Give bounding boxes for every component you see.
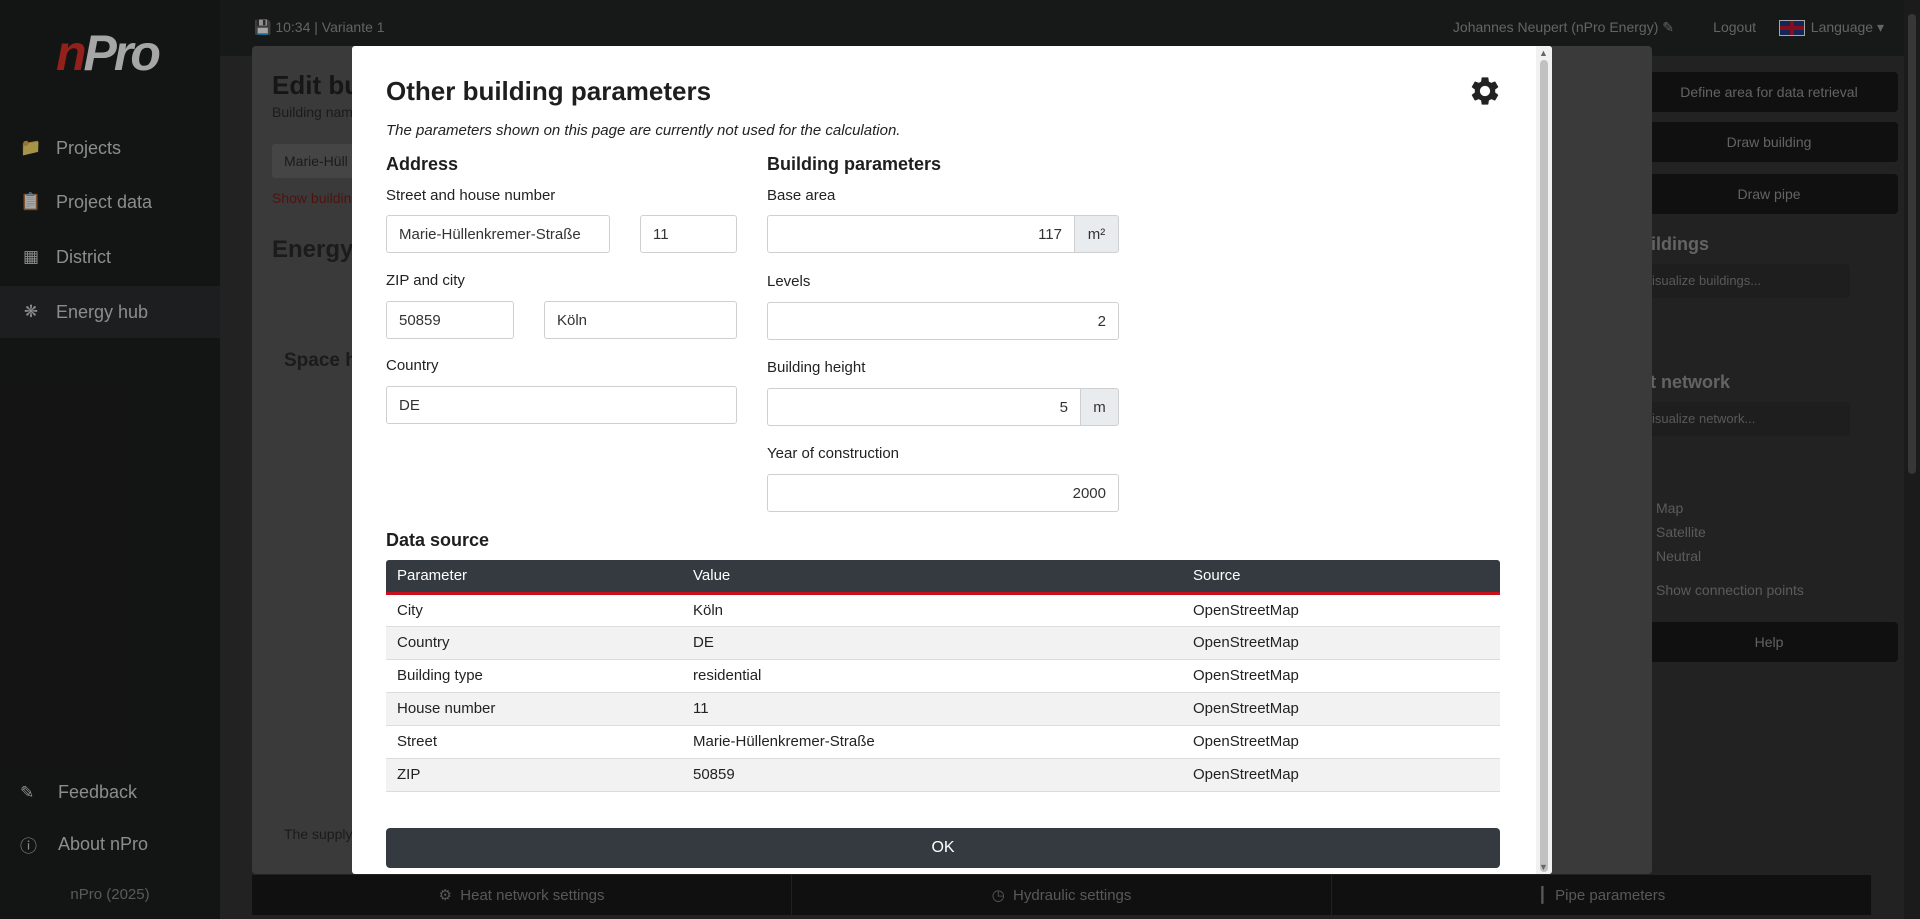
zip-input[interactable]: 50859 [386, 301, 514, 339]
column-header-source: Source [1182, 560, 1500, 595]
modal-scrollbar-thumb[interactable] [1540, 60, 1548, 872]
address-heading: Address [386, 154, 459, 174]
modal-note: The parameters shown on this page are cu… [386, 122, 901, 139]
cell-source: OpenStreetMap [1182, 692, 1500, 726]
table-row: City Köln OpenStreetMap [386, 593, 1500, 627]
column-header-parameter: Parameter [386, 560, 682, 595]
cell-parameter: House number [386, 692, 682, 726]
table-row: Building type residential OpenStreetMap [386, 659, 1500, 693]
country-input[interactable]: DE [386, 386, 737, 424]
cell-parameter: ZIP [386, 758, 682, 792]
scroll-down-icon[interactable]: ▼ [1539, 862, 1548, 872]
cell-parameter: Building type [386, 659, 682, 693]
building-height-label: Building height [767, 359, 866, 376]
building-height-unit: m [1080, 388, 1119, 426]
scroll-up-icon[interactable]: ▲ [1539, 48, 1548, 58]
modal-scrollbar[interactable]: ▲ ▼ [1536, 46, 1552, 874]
base-area-unit: m² [1074, 215, 1119, 253]
cell-value: 50859 [682, 758, 1182, 792]
cell-source: OpenStreetMap [1182, 758, 1500, 792]
table-row: Street Marie-Hüllenkremer-Straße OpenStr… [386, 725, 1500, 759]
cell-parameter: Street [386, 725, 682, 759]
cell-source: OpenStreetMap [1182, 626, 1500, 660]
building-height-input[interactable]: 5 [767, 388, 1081, 426]
year-label: Year of construction [767, 445, 900, 462]
modal-title: Other building parameters [386, 76, 712, 106]
cell-parameter: Country [386, 626, 682, 660]
cell-parameter: City [386, 593, 682, 627]
levels-label: Levels [767, 273, 811, 290]
levels-input[interactable]: 2 [767, 302, 1119, 340]
cell-source: OpenStreetMap [1182, 725, 1500, 759]
building-parameters-heading: Building parameters [767, 154, 942, 174]
year-input[interactable]: 2000 [767, 474, 1119, 512]
cell-source: OpenStreetMap [1182, 593, 1500, 627]
cell-value: DE [682, 626, 1182, 660]
table-row: Country DE OpenStreetMap [386, 626, 1500, 660]
cell-value: residential [682, 659, 1182, 693]
table-row: ZIP 50859 OpenStreetMap [386, 758, 1500, 792]
base-area-label: Base area [767, 187, 836, 204]
country-label: Country [386, 357, 439, 374]
column-header-value: Value [682, 560, 1182, 595]
house-number-input[interactable]: 11 [640, 215, 737, 253]
street-input[interactable]: Marie-Hüllenkremer-Straße [386, 215, 610, 253]
table-row: House number 11 OpenStreetMap [386, 692, 1500, 726]
cell-value: 11 [682, 692, 1182, 726]
cell-value: Marie-Hüllenkremer-Straße [682, 725, 1182, 759]
table-header-row: Parameter Value Source [386, 560, 1500, 595]
data-source-table: Parameter Value Source City Köln OpenStr… [386, 560, 1500, 792]
gear-icon[interactable] [1468, 74, 1502, 108]
cell-value: Köln [682, 593, 1182, 627]
city-input[interactable]: Köln [544, 301, 737, 339]
other-building-parameters-modal: Other building parameters The parameters… [352, 46, 1552, 874]
zip-city-label: ZIP and city [386, 272, 465, 289]
base-area-input[interactable]: 117 [767, 215, 1075, 253]
data-source-heading: Data source [386, 530, 490, 550]
cell-source: OpenStreetMap [1182, 659, 1500, 693]
ok-button[interactable]: OK [386, 828, 1500, 868]
street-label: Street and house number [386, 187, 556, 204]
